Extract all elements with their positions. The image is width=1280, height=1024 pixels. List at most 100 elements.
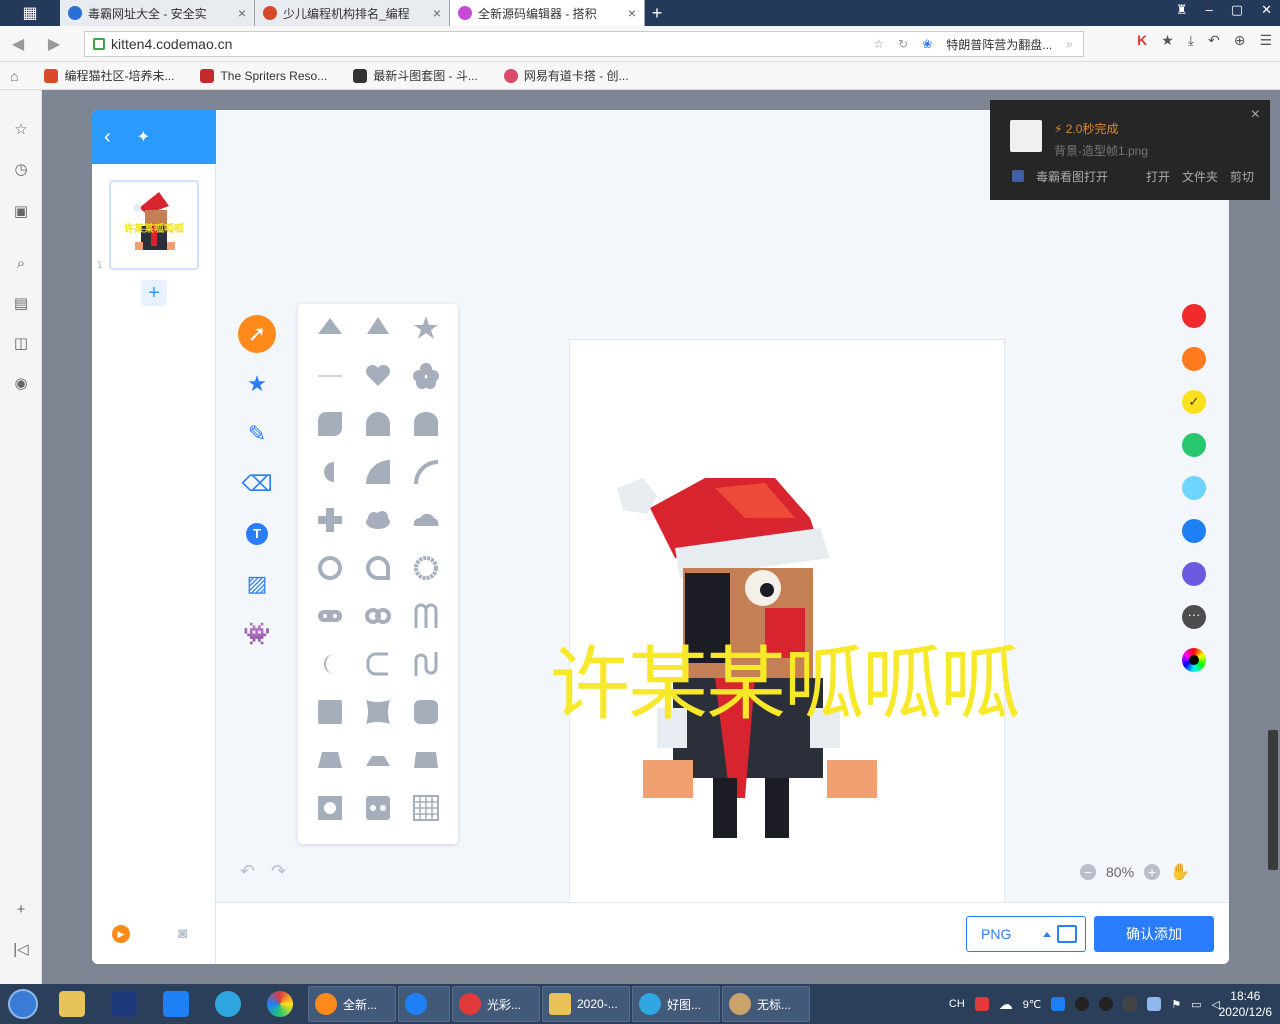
cut-link[interactable]: 剪切 xyxy=(1230,168,1254,185)
forward-icon[interactable]: ▶ xyxy=(36,34,72,54)
task-item[interactable]: 全新... xyxy=(308,986,396,1022)
cloud-flat-shape[interactable] xyxy=(402,496,450,544)
confirm-add-button[interactable]: 确认添加 xyxy=(1094,916,1214,952)
task-item[interactable]: 好图... xyxy=(632,986,720,1022)
sticker-tool[interactable]: 👾 xyxy=(238,615,276,653)
network-icon[interactable]: ▭ xyxy=(1191,998,1201,1011)
close-icon[interactable]: × xyxy=(1251,106,1260,124)
c-shape[interactable] xyxy=(354,640,402,688)
skin-icon[interactable]: ♜ xyxy=(1176,2,1188,18)
zoom-out-icon[interactable]: − xyxy=(1080,864,1096,880)
line-shape[interactable] xyxy=(306,352,354,400)
color-light-blue[interactable] xyxy=(1182,476,1206,500)
bookmark-item[interactable]: 编程猫社区-培养未... xyxy=(44,67,174,84)
canvas-text[interactable]: 许某某呱呱呱 xyxy=(550,620,1020,736)
trapezoid-shape[interactable] xyxy=(306,736,354,784)
ring-shape[interactable] xyxy=(306,544,354,592)
wave-shape[interactable] xyxy=(402,640,450,688)
quarter-shape[interactable] xyxy=(354,448,402,496)
close-icon[interactable]: × xyxy=(433,5,441,21)
frame-thumbnail[interactable]: 许某某呱呱呱 xyxy=(109,180,199,270)
history-icon[interactable]: ◷ xyxy=(10,158,32,180)
tab-3[interactable]: 全新源码编辑器 - 搭积 × xyxy=(450,0,645,26)
task-item[interactable] xyxy=(398,986,450,1022)
camera-icon[interactable]: ◙ xyxy=(178,925,187,942)
m-shape[interactable] xyxy=(402,592,450,640)
ime-indicator[interactable]: CH xyxy=(949,998,965,1010)
shape-tool[interactable]: ★ xyxy=(238,365,276,403)
back-arrow-icon[interactable]: ‹ xyxy=(104,126,111,149)
zoom-in-icon[interactable]: + xyxy=(1144,864,1161,880)
inbox-icon[interactable]: ▣ xyxy=(10,200,32,222)
minimize-icon[interactable]: ‒ xyxy=(1206,2,1213,18)
clock[interactable]: 18:46 2020/12/6 xyxy=(1219,988,1272,1020)
new-tab-button[interactable]: + xyxy=(645,0,669,26)
pinned-app[interactable] xyxy=(46,986,98,1022)
double-ring-shape[interactable] xyxy=(354,592,402,640)
plus-partial-shape[interactable] xyxy=(354,832,402,844)
arch-shape[interactable] xyxy=(402,400,450,448)
sogou-icon[interactable] xyxy=(974,997,989,1011)
t-shape[interactable] xyxy=(306,832,354,844)
favorite-star-icon[interactable]: ☆ xyxy=(873,37,884,51)
qq-icon[interactable] xyxy=(1099,997,1114,1011)
bookmark-star-icon[interactable]: ★ xyxy=(1161,32,1174,49)
format-select[interactable]: PNG xyxy=(966,916,1086,952)
pencil-tool[interactable]: ✎ xyxy=(238,415,276,453)
redo-icon[interactable]: ↷ xyxy=(271,861,286,882)
volume-scrollbar[interactable] xyxy=(1268,730,1278,870)
task-item[interactable]: 2020-... xyxy=(542,986,630,1022)
color-yellow-selected[interactable]: ✓ xyxy=(1182,390,1206,414)
eraser-tool[interactable]: ⌫ xyxy=(238,465,276,503)
color-wheel-icon[interactable] xyxy=(1182,648,1206,672)
favorites-icon[interactable]: ☆ xyxy=(10,118,32,140)
open-link[interactable]: 打开 xyxy=(1146,168,1170,185)
bookmark-item[interactable]: 网易有道卡搭 - 创... xyxy=(503,67,629,84)
triangle-shape[interactable] xyxy=(354,304,402,352)
slant-shape[interactable] xyxy=(402,832,450,844)
search-suggestion[interactable]: 特朗普阵营为翻盘... xyxy=(946,36,1052,53)
collapse-icon[interactable]: |◁ xyxy=(10,938,32,960)
play-icon[interactable]: ▶ xyxy=(112,925,130,943)
viewer-checkbox[interactable] xyxy=(1012,170,1024,182)
heart-shape[interactable] xyxy=(354,352,402,400)
close-icon[interactable]: × xyxy=(238,5,246,21)
news-icon[interactable]: ▤ xyxy=(10,292,32,314)
pinned-app[interactable] xyxy=(98,986,150,1022)
start-button[interactable] xyxy=(0,984,46,1024)
bookmark-item[interactable]: The Spriters Reso... xyxy=(200,68,327,83)
square-hole-shape[interactable] xyxy=(306,784,354,832)
color-blue[interactable] xyxy=(1182,519,1206,543)
text-tool[interactable]: T xyxy=(238,515,276,553)
grid-shape[interactable] xyxy=(402,784,450,832)
search-icon[interactable]: ⌕ xyxy=(1066,37,1073,52)
add-icon[interactable]: + xyxy=(10,898,32,920)
flag-icon[interactable]: ⚑ xyxy=(1171,998,1181,1011)
tab-1[interactable]: 毒霸网址大全 - 安全实 × xyxy=(60,0,255,26)
close-icon[interactable]: × xyxy=(628,5,636,21)
task-item[interactable]: 无标... xyxy=(722,986,810,1022)
menu-icon[interactable]: ☰ xyxy=(1259,32,1272,49)
image-tool[interactable]: ▨ xyxy=(238,565,276,603)
gamepad-icon[interactable]: ◉ xyxy=(10,372,32,394)
soft-square-shape[interactable] xyxy=(402,688,450,736)
color-green[interactable] xyxy=(1182,433,1206,457)
drawing-canvas[interactable]: 许某某呱呱呱 xyxy=(550,339,1020,909)
square-two-holes-shape[interactable] xyxy=(354,784,402,832)
qq-icon[interactable] xyxy=(1075,997,1090,1011)
tray-app-icon[interactable] xyxy=(1123,997,1138,1011)
folder-link[interactable]: 文件夹 xyxy=(1182,168,1218,185)
hand-icon[interactable]: ✋ xyxy=(1170,862,1190,882)
flat-trapezoid-shape[interactable] xyxy=(354,736,402,784)
grid-menu-icon[interactable]: ▦ xyxy=(0,0,60,26)
undo-close-icon[interactable]: ↶ xyxy=(1208,32,1220,49)
shopping-bag-icon[interactable]: ◫ xyxy=(10,332,32,354)
add-frame-button[interactable]: + xyxy=(141,280,167,306)
download-icon[interactable]: ⤓ xyxy=(1188,32,1194,49)
color-red[interactable] xyxy=(1182,304,1206,328)
star-shape[interactable] xyxy=(402,304,450,352)
pill-holes-shape[interactable] xyxy=(306,592,354,640)
tab-2[interactable]: 少儿编程机构排名_编程 × xyxy=(255,0,450,26)
bookmark-item[interactable]: 最新斗图套图 - 斗... xyxy=(353,67,478,84)
url-field[interactable]: kitten4.codemao.cn ☆ ↻ ❀ 特朗普阵营为翻盘... ⌕ xyxy=(84,31,1084,57)
